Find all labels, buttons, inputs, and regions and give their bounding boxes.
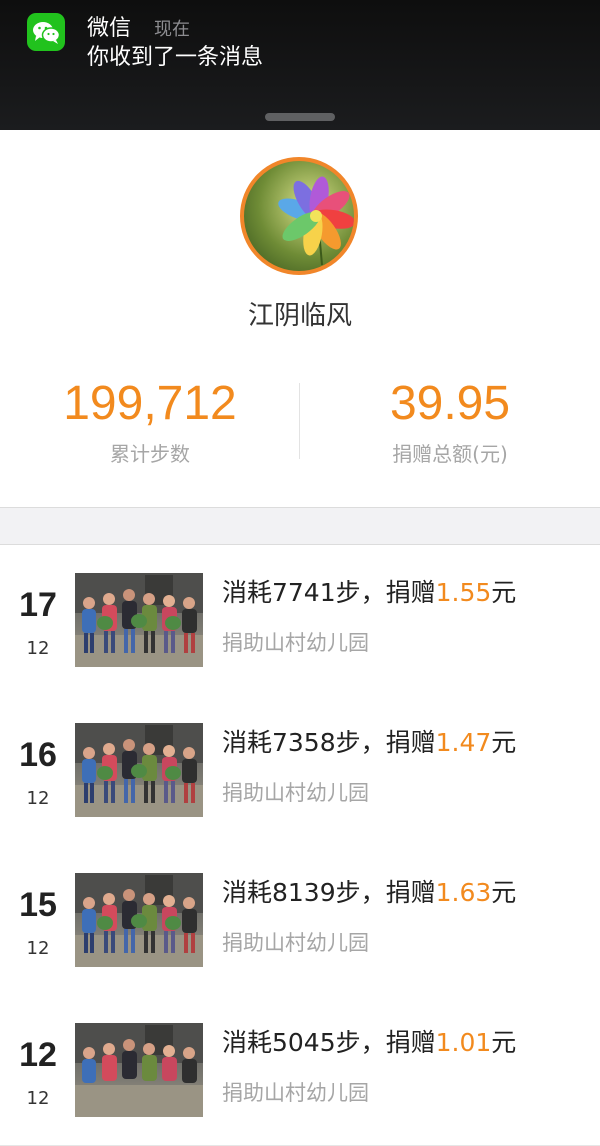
record-day: 16	[19, 736, 57, 774]
children-photo-thumbnail	[75, 1023, 203, 1117]
record-day: 15	[19, 886, 57, 924]
record-title: 消耗5045步，捐赠1.01元	[222, 1028, 517, 1057]
record-title: 消耗7358步，捐赠1.47元	[222, 728, 517, 757]
total-steps-label: 累计步数	[110, 442, 190, 466]
total-donation-label: 捐赠总额(元)	[392, 442, 508, 466]
record-month: 12	[26, 1088, 50, 1109]
banner-drag-handle[interactable]	[265, 113, 335, 121]
record-month: 12	[26, 788, 50, 809]
notification-banner[interactable]: 微信 现在 你收到了一条消息	[0, 0, 600, 130]
record-project: 捐助山村幼儿园	[222, 631, 369, 655]
list-item[interactable]: 15 12 消耗8139步，捐赠1.63元 捐助山村幼儿园	[0, 845, 600, 996]
record-title: 消耗8139步，捐赠1.63元	[222, 878, 517, 907]
notification-app-name: 微信	[87, 16, 132, 41]
record-day: 17	[19, 586, 57, 624]
total-steps-stat: 199,712 累计步数	[0, 375, 300, 469]
record-month: 12	[26, 638, 50, 659]
record-amount: 1.47	[435, 728, 492, 757]
record-amount: 1.63	[435, 878, 492, 907]
flower-avatar[interactable]	[240, 157, 358, 275]
total-steps-value: 199,712	[63, 377, 237, 430]
total-donation-value: 39.95	[389, 377, 511, 430]
record-project: 捐助山村幼儿园	[222, 931, 369, 955]
notification-message: 你收到了一条消息	[87, 45, 264, 70]
notification-time: 现在	[154, 19, 190, 40]
record-project: 捐助山村幼儿园	[222, 781, 369, 805]
children-photo-thumbnail	[75, 873, 203, 967]
profile-panel: 江阴临风 199,712 累计步数 39.95 捐赠总额(元)	[0, 130, 600, 508]
total-donation-stat: 39.95 捐赠总额(元)	[300, 375, 600, 469]
record-title: 消耗7741步，捐赠1.55元	[222, 578, 517, 607]
record-amount: 1.55	[435, 578, 492, 607]
record-day: 12	[19, 1036, 57, 1074]
user-name: 江阴临风	[247, 301, 352, 331]
donation-record-list[interactable]: 17 12 消耗7741步，捐赠1.55元 捐助山村幼儿园 16 12 消耗73…	[0, 544, 600, 1146]
list-item[interactable]: 17 12 消耗7741步，捐赠1.55元 捐助山村幼儿园	[0, 545, 600, 696]
children-photo-thumbnail	[75, 573, 203, 667]
list-item[interactable]: 12 12 消耗5045步，捐赠1.01元 捐助山村幼儿园	[0, 995, 600, 1146]
record-project: 捐助山村幼儿园	[222, 1081, 369, 1105]
record-month: 12	[26, 938, 50, 959]
children-photo-thumbnail	[75, 723, 203, 817]
record-amount: 1.01	[435, 1028, 492, 1057]
wechat-icon	[27, 13, 65, 51]
list-item[interactable]: 16 12 消耗7358步，捐赠1.47元 捐助山村幼儿园	[0, 695, 600, 846]
